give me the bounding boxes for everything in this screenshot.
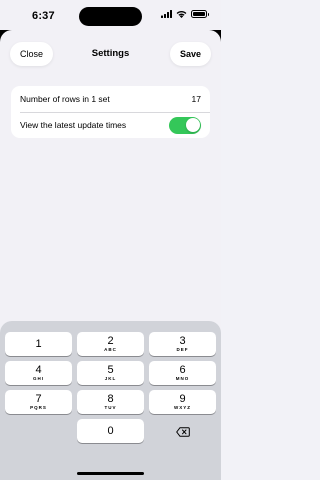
key-digit: 6 — [179, 363, 186, 376]
rows-per-set-label: Number of rows in 1 set — [20, 94, 110, 104]
key-digit: 5 — [107, 363, 114, 376]
key-3[interactable]: 3 DEF — [149, 332, 216, 356]
key-digit: 1 — [35, 337, 42, 350]
key-letters: TUV — [104, 404, 117, 410]
key-letters: MNO — [175, 375, 190, 381]
key-1[interactable]: 1 — [5, 332, 72, 356]
battery-icon — [191, 10, 209, 18]
key-digit: 0 — [107, 424, 114, 437]
rows-per-set-value[interactable]: 17 — [192, 94, 201, 104]
key-letters: WXYZ — [174, 404, 191, 410]
key-digit: 3 — [179, 334, 186, 347]
key-letters: JKL — [104, 375, 117, 381]
status-bar: 6:37 — [0, 0, 221, 30]
key-digit: 2 — [107, 334, 114, 347]
delete-key[interactable] — [149, 420, 216, 444]
key-letters: PQRS — [30, 404, 47, 410]
status-icons — [161, 10, 209, 18]
key-6[interactable]: 6 MNO — [149, 361, 216, 385]
delete-icon — [175, 427, 190, 437]
battery-level — [193, 12, 205, 16]
key-digit: 7 — [35, 392, 42, 405]
nav-bar: Close Settings Save — [0, 40, 221, 68]
key-digit: 4 — [35, 363, 42, 376]
key-7[interactable]: 7 PQRS — [5, 390, 72, 414]
key-4[interactable]: 4 GHI — [5, 361, 72, 385]
key-letters: GHI — [32, 375, 44, 381]
update-times-label: View the latest update times — [20, 120, 127, 130]
key-letters: ABC — [104, 346, 117, 352]
signal-icon — [161, 10, 172, 18]
key-2[interactable]: 2 ABC — [77, 332, 144, 356]
status-time: 6:37 — [32, 10, 55, 22]
key-digit: 9 — [179, 392, 186, 405]
key-9[interactable]: 9 WXYZ — [149, 390, 216, 414]
save-button[interactable]: Save — [169, 42, 211, 66]
key-0[interactable]: 0 — [77, 419, 144, 443]
key-8[interactable]: 8 TUV — [77, 390, 144, 414]
update-times-row: View the latest update times — [11, 112, 210, 138]
wifi-icon — [176, 10, 187, 18]
toggle-knob — [185, 118, 200, 132]
rows-per-set-row[interactable]: Number of rows in 1 set 17 — [11, 86, 210, 112]
home-indicator — [77, 472, 144, 475]
key-letters: DEF — [176, 346, 189, 352]
numeric-keypad: 1 2 ABC 3 DEF 4 GHI 5 JKL 6 MNO 7 PQRS 8… — [0, 321, 221, 480]
key-digit: 8 — [107, 392, 114, 405]
update-times-toggle[interactable] — [169, 116, 201, 134]
settings-card: Number of rows in 1 set 17 View the late… — [11, 86, 210, 138]
key-5[interactable]: 5 JKL — [77, 361, 144, 385]
dynamic-island — [79, 7, 142, 26]
screen: 6:37 Close Settings Save Number of rows … — [0, 0, 221, 480]
